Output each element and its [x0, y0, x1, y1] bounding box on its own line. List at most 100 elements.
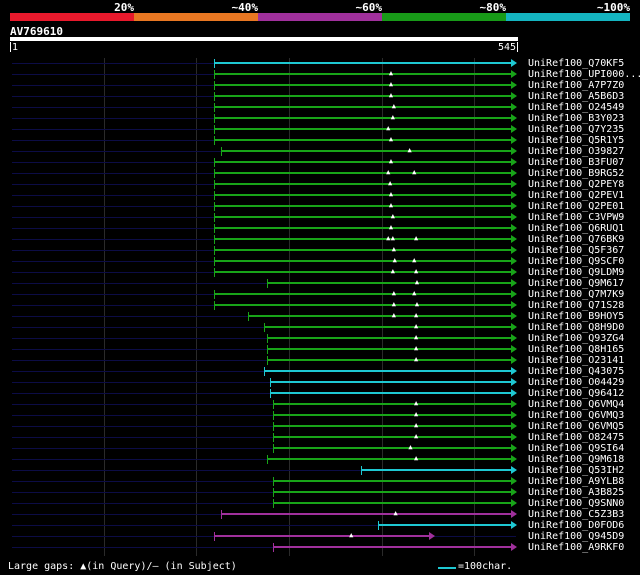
hit-row[interactable]: UniRef100_Q43075 — [0, 366, 640, 377]
hit-label-link[interactable]: UniRef100_Q8H9D0 — [528, 322, 624, 333]
hit-label-link[interactable]: UniRef100_C3VPW9 — [528, 212, 624, 223]
hit-alignment-bar[interactable] — [266, 337, 511, 339]
hit-row[interactable]: ▲ ▲ UniRef100_B9HOY5 — [0, 311, 640, 322]
hit-label-link[interactable]: UniRef100_A9YLB8 — [528, 476, 624, 487]
hit-row[interactable]: ▲ UniRef100_O23141 — [0, 355, 640, 366]
hit-label-link[interactable]: UniRef100_A7P7Z0 — [528, 80, 624, 91]
hit-alignment-bar[interactable] — [213, 216, 511, 218]
hit-alignment-bar[interactable] — [273, 491, 511, 493]
hit-label-link[interactable]: UniRef100_Q2PE01 — [528, 201, 624, 212]
hit-label-link[interactable]: UniRef100_Q6VMQ3 — [528, 410, 624, 421]
hit-alignment-bar[interactable] — [273, 502, 511, 504]
hit-row[interactable]: ▲ UniRef100_Q6VMQ4 — [0, 399, 640, 410]
hit-row[interactable]: ▲ UniRef100_Q5F367 — [0, 245, 640, 256]
hit-label-link[interactable]: UniRef100_A5B6D3 — [528, 91, 624, 102]
hit-alignment-bar[interactable] — [266, 458, 511, 460]
hit-alignment-bar[interactable] — [213, 535, 429, 537]
hit-alignment-bar[interactable] — [213, 139, 511, 141]
hit-alignment-bar[interactable] — [213, 194, 511, 196]
hit-label-link[interactable]: UniRef100_O23141 — [528, 355, 624, 366]
hit-alignment-bar[interactable] — [213, 205, 511, 207]
hit-label-link[interactable]: UniRef100_Q53IH2 — [528, 465, 624, 476]
hit-label-link[interactable]: UniRef100_Q945D9 — [528, 531, 624, 542]
hit-label-link[interactable]: UniRef100_B3FU07 — [528, 157, 624, 168]
hit-label-link[interactable]: UniRef100_B3Y023 — [528, 113, 624, 124]
hit-row[interactable]: UniRef100_Q9SNN0 — [0, 498, 640, 509]
hit-alignment-bar[interactable] — [213, 227, 511, 229]
hit-alignment-bar[interactable] — [273, 436, 511, 438]
hit-alignment-bar[interactable] — [213, 172, 511, 174]
hit-alignment-bar[interactable] — [213, 271, 511, 273]
hit-row[interactable]: ▲ ▲ ▲ UniRef100_Q76BK9 — [0, 234, 640, 245]
hit-label-link[interactable]: UniRef100_Q6VMQ4 — [528, 399, 624, 410]
hit-row[interactable]: ▲ UniRef100_C3VPW9 — [0, 212, 640, 223]
hit-label-link[interactable]: UniRef100_Q9SNN0 — [528, 498, 624, 509]
hit-row[interactable]: ▲ ▲ UniRef100_Q7M7K9 — [0, 289, 640, 300]
hit-alignment-bar[interactable] — [377, 524, 511, 526]
hit-alignment-bar[interactable] — [264, 326, 511, 328]
hit-row[interactable]: ▲ UniRef100_Q2PEV1 — [0, 190, 640, 201]
hit-alignment-bar[interactable] — [266, 282, 511, 284]
hit-row[interactable]: ▲ UniRef100_A7P7Z0 — [0, 80, 640, 91]
hit-row[interactable]: ▲ UniRef100_O39827 — [0, 146, 640, 157]
hit-label-link[interactable]: UniRef100_Q93ZG4 — [528, 333, 624, 344]
hit-row[interactable]: ▲ UniRef100_Q9M618 — [0, 454, 640, 465]
hit-label-link[interactable]: UniRef100_Q71S28 — [528, 300, 624, 311]
hit-row[interactable]: ▲ ▲ UniRef100_Q9LDM9 — [0, 267, 640, 278]
hit-row[interactable]: ▲ UniRef100_Q6VMQ3 — [0, 410, 640, 421]
hit-label-link[interactable]: UniRef100_O39827 — [528, 146, 624, 157]
hit-label-link[interactable]: UniRef100_Q96412 — [528, 388, 624, 399]
hit-row[interactable]: UniRef100_Q53IH2 — [0, 465, 640, 476]
hit-alignment-bar[interactable] — [264, 370, 511, 372]
hit-row[interactable]: ▲ UniRef100_O82475 — [0, 432, 640, 443]
hit-alignment-bar[interactable] — [266, 359, 511, 361]
hit-label-link[interactable]: UniRef100_O04429 — [528, 377, 624, 388]
hit-alignment-bar[interactable] — [266, 348, 511, 350]
hit-alignment-bar[interactable] — [221, 513, 511, 515]
hit-row[interactable]: ▲ UniRef100_C5Z3B3 — [0, 509, 640, 520]
hit-label-link[interactable]: UniRef100_Q9SCF0 — [528, 256, 624, 267]
hit-label-link[interactable]: UniRef100_D0FOD6 — [528, 520, 624, 531]
hit-label-link[interactable]: UniRef100_Q43075 — [528, 366, 624, 377]
hit-label-link[interactable]: UniRef100_Q2PEV1 — [528, 190, 624, 201]
hit-label-link[interactable]: UniRef100_Q6RUQ1 — [528, 223, 624, 234]
hit-alignment-bar[interactable] — [213, 161, 511, 163]
hit-alignment-bar[interactable] — [213, 304, 511, 306]
hit-label-link[interactable]: UniRef100_O82475 — [528, 432, 624, 443]
hit-row[interactable]: ▲ UniRef100_UPI000... — [0, 69, 640, 80]
hit-alignment-bar[interactable] — [213, 128, 511, 130]
hit-row[interactable]: ▲ UniRef100_Q8H9D0 — [0, 322, 640, 333]
hit-row[interactable]: ▲ UniRef100_Q2PE01 — [0, 201, 640, 212]
hit-alignment-bar[interactable] — [213, 95, 511, 97]
hit-alignment-bar[interactable] — [213, 293, 511, 295]
hit-row[interactable]: ▲ UniRef100_B3FU07 — [0, 157, 640, 168]
hit-label-link[interactable]: UniRef100_Q6VMQ5 — [528, 421, 624, 432]
hit-label-link[interactable]: UniRef100_Q9LDM9 — [528, 267, 624, 278]
hit-alignment-bar[interactable] — [273, 546, 511, 548]
hit-row[interactable]: ▲ UniRef100_Q6VMQ5 — [0, 421, 640, 432]
hit-label-link[interactable]: UniRef100_Q5R1Y5 — [528, 135, 624, 146]
hit-label-link[interactable]: UniRef100_Q9M618 — [528, 454, 624, 465]
hit-row[interactable]: UniRef100_D0FOD6 — [0, 520, 640, 531]
hit-label-link[interactable]: UniRef100_Q76BK9 — [528, 234, 624, 245]
hit-label-link[interactable]: UniRef100_Q9M617 — [528, 278, 624, 289]
hit-row[interactable]: ▲ UniRef100_A5B6D3 — [0, 91, 640, 102]
hit-row[interactable]: ▲ UniRef100_Q5R1Y5 — [0, 135, 640, 146]
hit-alignment-bar[interactable] — [269, 381, 511, 383]
hit-label-link[interactable]: UniRef100_C5Z3B3 — [528, 509, 624, 520]
hit-row[interactable]: ▲ UniRef100_Q6RUQ1 — [0, 223, 640, 234]
hit-alignment-bar[interactable] — [213, 260, 511, 262]
hit-label-link[interactable]: UniRef100_Q9SI64 — [528, 443, 624, 454]
hit-row[interactable]: ▲ UniRef100_Q93ZG4 — [0, 333, 640, 344]
hit-alignment-bar[interactable] — [273, 414, 511, 416]
hit-label-link[interactable]: UniRef100_UPI000... — [528, 69, 640, 80]
hit-alignment-bar[interactable] — [269, 392, 511, 394]
hit-row[interactable]: ▲ ▲ UniRef100_Q9SCF0 — [0, 256, 640, 267]
hit-label-link[interactable]: UniRef100_B9HOY5 — [528, 311, 624, 322]
hit-row[interactable]: ▲ UniRef100_Q9M617 — [0, 278, 640, 289]
hit-alignment-bar[interactable] — [273, 425, 511, 427]
hit-label-link[interactable]: UniRef100_Q8H165 — [528, 344, 624, 355]
hit-alignment-bar[interactable] — [273, 480, 511, 482]
hit-label-link[interactable]: UniRef100_Q7Y235 — [528, 124, 624, 135]
hit-row[interactable]: ▲ ▲ UniRef100_B9RG52 — [0, 168, 640, 179]
